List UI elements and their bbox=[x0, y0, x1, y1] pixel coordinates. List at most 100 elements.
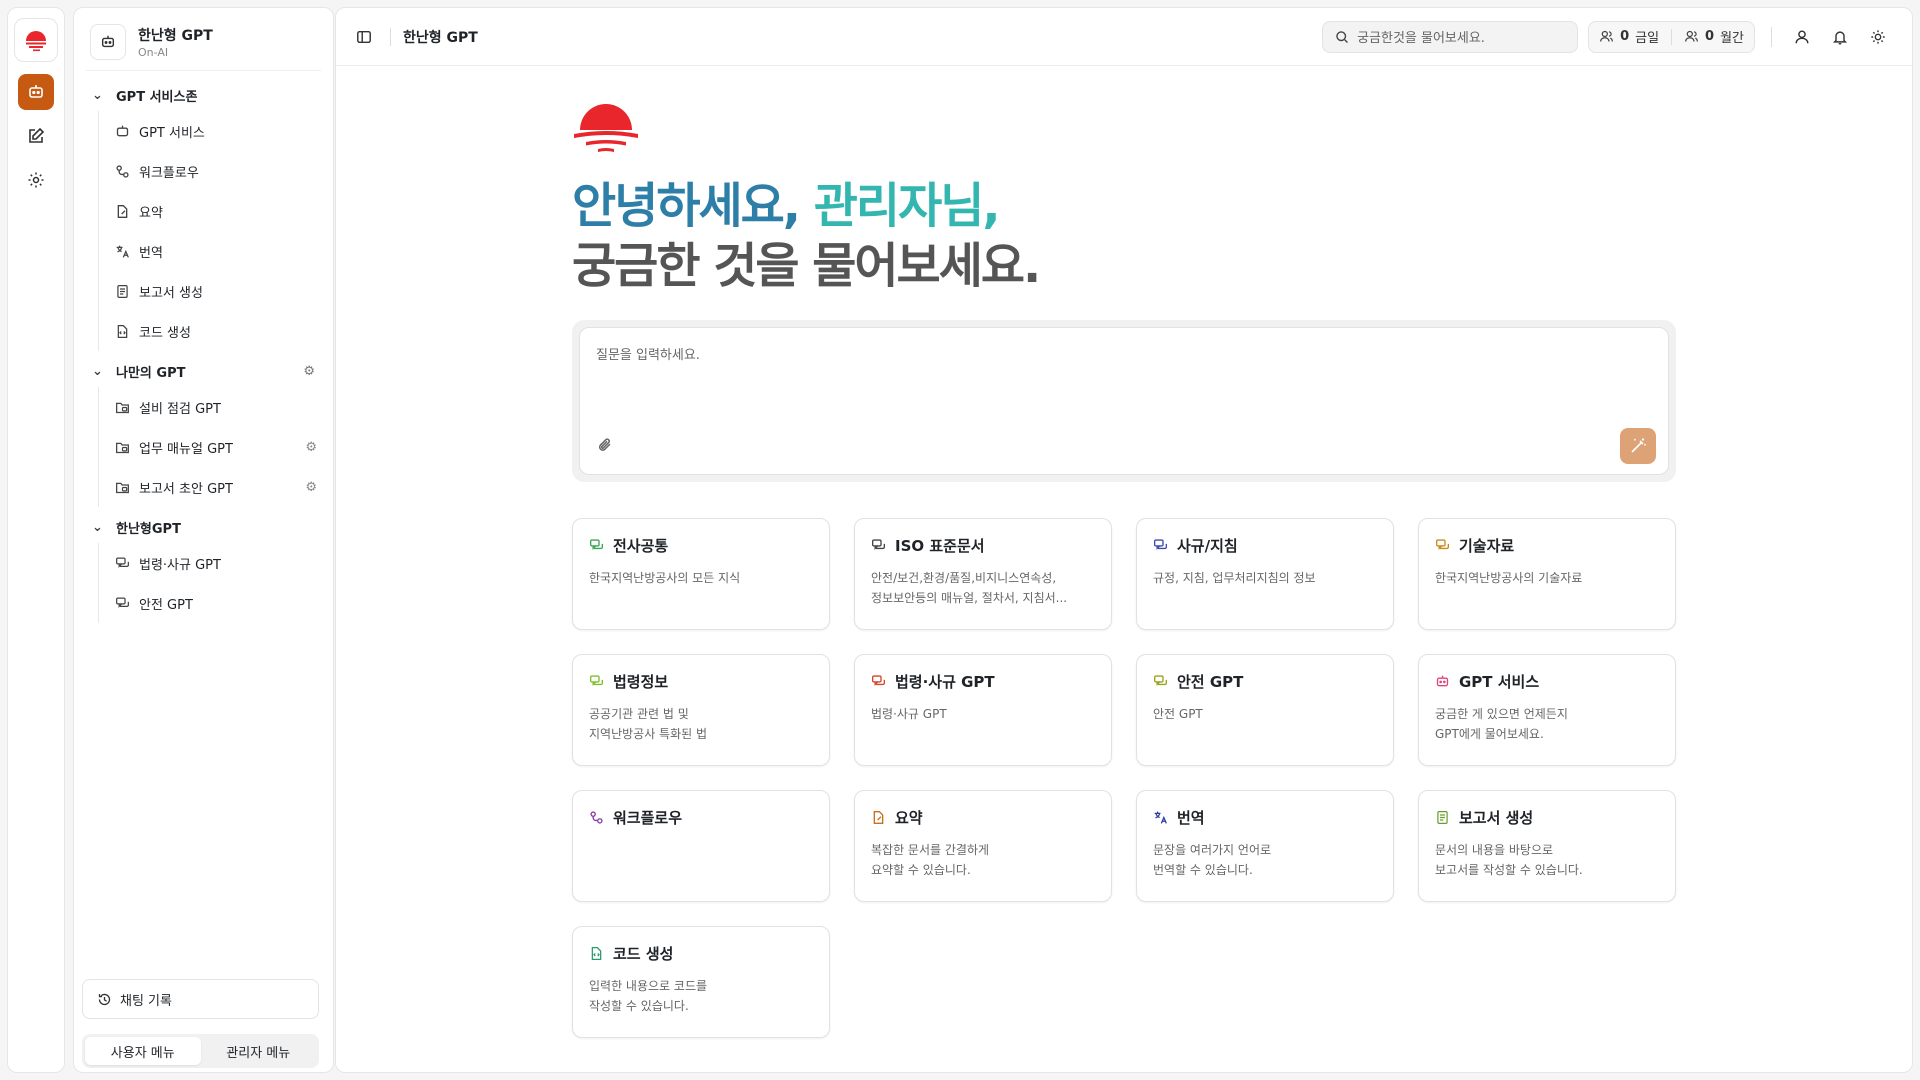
folder-chat-icon bbox=[116, 402, 129, 413]
folder-chat-icon bbox=[116, 482, 129, 493]
chatbot-icon bbox=[101, 35, 115, 48]
sidebar-item-summary[interactable]: 요약 bbox=[111, 191, 321, 231]
chat-bubbles-icon bbox=[871, 674, 887, 690]
sidebar-item-label: 법령·사규 GPT bbox=[139, 557, 221, 573]
greeting-heading: 안녕하세요, 관리자님, 궁금한 것을 물어보세요. bbox=[572, 176, 1676, 296]
service-card[interactable]: 기술자료 한국지역난방공사의 기술자료 bbox=[1418, 518, 1676, 630]
card-title: 전사공통 bbox=[613, 537, 669, 555]
profile-button[interactable] bbox=[1788, 23, 1816, 51]
chat-history-label: 채팅 기록 bbox=[120, 993, 172, 1009]
service-card[interactable]: 사규/지침규정, 지침, 업무처리지침의 정보 bbox=[1136, 518, 1394, 630]
chat-bubbles-icon bbox=[589, 538, 605, 554]
service-card[interactable]: GPT 서비스 궁금한 게 있으면 언제든지 GPT에게 물어보세요. bbox=[1418, 654, 1676, 766]
card-title: 요약 bbox=[895, 809, 923, 827]
gear-icon[interactable]: ⚙ bbox=[305, 480, 317, 495]
card-description: 입력한 내용으로 코드를 작성할 수 있습니다. bbox=[589, 979, 708, 1013]
service-card[interactable]: 법령·사규 GPT 법령·사규 GPT bbox=[854, 654, 1112, 766]
month-label: 월간 bbox=[1720, 31, 1744, 46]
sidebar-item-report[interactable]: 보고서 생성 bbox=[111, 271, 321, 311]
group-my-gpt[interactable]: ⌄ 나만의 GPT ⚙ bbox=[86, 355, 321, 387]
card-title: 보고서 생성 bbox=[1459, 809, 1534, 827]
card-header: 요약 bbox=[871, 807, 1095, 828]
notifications-button[interactable] bbox=[1826, 23, 1854, 51]
app-icon-box bbox=[90, 24, 126, 60]
menu-switch: 사용자 메뉴 관리자 메뉴 bbox=[82, 1034, 319, 1068]
service-card[interactable]: ISO 표준문서 안전/보건,환경/품질,비지니스연속성, 정보보안등의 매뉴얼,… bbox=[854, 518, 1112, 630]
chevron-down-icon: ⌄ bbox=[92, 363, 103, 379]
card-header: 사규/지침 bbox=[1153, 535, 1377, 556]
greeting-name: 관리자님, bbox=[813, 178, 1001, 234]
service-card[interactable]: 코드 생성입력한 내용으로 코드를 작성할 수 있습니다. bbox=[572, 926, 830, 1038]
card-header: 코드 생성 bbox=[589, 943, 813, 964]
question-input[interactable] bbox=[596, 344, 1652, 424]
greeting-hello: 안녕하세요, bbox=[572, 178, 801, 234]
service-card[interactable]: 요약복잡한 문서를 간결하게 요약할 수 있습니다. bbox=[854, 790, 1112, 902]
card-header: GPT 서비스 bbox=[1435, 671, 1659, 692]
magic-send-button[interactable] bbox=[1620, 428, 1656, 464]
service-card[interactable]: 안전 GPT 안전 GPT bbox=[1136, 654, 1394, 766]
service-card[interactable]: 보고서 생성 문서의 내용을 바탕으로 보고서를 작성할 수 있습니다. bbox=[1418, 790, 1676, 902]
service-card[interactable]: 번역 문장을 여러가지 언어로 번역할 수 있습니다. bbox=[1136, 790, 1394, 902]
rail-edit-button[interactable] bbox=[18, 118, 54, 154]
card-header: 안전 GPT bbox=[1153, 671, 1377, 692]
gear-icon[interactable]: ⚙ bbox=[303, 364, 315, 379]
card-description: 규정, 지침, 업무처리지침의 정보 bbox=[1153, 571, 1316, 585]
search-box[interactable]: 궁금한것을 물어보세요. bbox=[1322, 20, 1579, 53]
today-count: 0 bbox=[1620, 29, 1630, 44]
users-icon bbox=[1685, 30, 1698, 42]
chevron-down-icon: ⌄ bbox=[92, 87, 103, 103]
sidebar-item-label: 업무 매뉴얼 GPT bbox=[139, 441, 233, 457]
card-header: ISO 표준문서 bbox=[871, 535, 1095, 556]
service-card-grid: 전사공통 한국지역난방공사의 모든 지식 ISO 표준문서 안전/보건,환경/품질,비… bbox=[572, 518, 1676, 1038]
magic-wand-icon bbox=[1631, 438, 1646, 453]
sidebar-item-safety-gpt[interactable]: 안전 GPT bbox=[111, 583, 321, 623]
workflow-icon bbox=[589, 810, 605, 826]
sun-icon bbox=[1871, 29, 1885, 44]
sidebar-item-manual-gpt[interactable]: 업무 매뉴얼 GPT ⚙ bbox=[111, 427, 321, 467]
sidebar-item-report-draft-gpt[interactable]: 보고서 초안 GPT ⚙ bbox=[111, 467, 321, 507]
sidebar-item-label: 요약 bbox=[139, 205, 163, 221]
report-icon bbox=[1435, 810, 1451, 826]
chat-history-button[interactable]: 채팅 기록 bbox=[82, 979, 319, 1019]
attach-button[interactable] bbox=[596, 436, 614, 458]
chat-bubbles-icon bbox=[116, 596, 129, 608]
service-card[interactable]: 전사공통 한국지역난방공사의 모든 지식 bbox=[572, 518, 830, 630]
rail-settings-button[interactable] bbox=[18, 162, 54, 198]
card-title: ISO 표준문서 bbox=[895, 537, 985, 555]
card-description: 공공기관 관련 법 및 지역난방공사 특화된 법 bbox=[589, 707, 708, 741]
sidebar-item-translate[interactable]: 번역 bbox=[111, 231, 321, 271]
sidebar-item-code[interactable]: 코드 생성 bbox=[111, 311, 321, 351]
theme-toggle-button[interactable] bbox=[1864, 23, 1892, 51]
chat-bubbles-icon bbox=[871, 538, 887, 554]
today-label: 금일 bbox=[1635, 31, 1660, 46]
sidebar-item-gpt-service[interactable]: GPT 서비스 bbox=[111, 111, 321, 151]
divider bbox=[1671, 28, 1673, 45]
group-items: 설비 점검 GPT 업무 매뉴얼 GPT ⚙ 보고서 초안 GPT ⚙ bbox=[98, 387, 321, 507]
sidebar-item-law-gpt[interactable]: 법령·사규 GPT bbox=[111, 543, 321, 583]
edit-icon bbox=[29, 127, 45, 143]
code-icon bbox=[589, 946, 605, 962]
service-card[interactable]: 법령정보공공기관 관련 법 및 지역난방공사 특화된 법 bbox=[572, 654, 830, 766]
divider bbox=[1771, 26, 1772, 47]
group-gpt-service-zone[interactable]: ⌄ GPT 서비스존 bbox=[86, 79, 321, 111]
admin-menu-tab[interactable]: 관리자 메뉴 bbox=[201, 1037, 317, 1065]
rail-chatbot-button[interactable] bbox=[18, 74, 54, 110]
card-title: 번역 bbox=[1177, 809, 1205, 827]
service-card[interactable]: 워크플로우 bbox=[572, 790, 830, 902]
sidebar-item-label: 코드 생성 bbox=[139, 325, 191, 341]
user-menu-tab[interactable]: 사용자 메뉴 bbox=[85, 1037, 201, 1065]
group-hannan-gpt[interactable]: ⌄ 한난형GPT bbox=[86, 511, 321, 543]
card-header: 법령정보 bbox=[589, 671, 813, 692]
gear-icon bbox=[28, 172, 44, 188]
card-title: 법령정보 bbox=[613, 673, 669, 691]
divider bbox=[390, 27, 391, 46]
toggle-sidebar-button[interactable] bbox=[356, 29, 384, 45]
sidebar-item-workflow[interactable]: 워크플로우 bbox=[111, 151, 321, 191]
gear-icon[interactable]: ⚙ bbox=[305, 440, 317, 455]
app-logo[interactable] bbox=[14, 18, 58, 62]
card-description: 안전 GPT bbox=[1153, 707, 1203, 721]
card-description: 복잡한 문서를 간결하게 요약할 수 있습니다. bbox=[871, 843, 990, 877]
card-header: 기술자료 bbox=[1435, 535, 1659, 556]
chatbot-icon bbox=[1435, 674, 1451, 690]
sidebar-item-equipment-gpt[interactable]: 설비 점검 GPT bbox=[111, 387, 321, 427]
